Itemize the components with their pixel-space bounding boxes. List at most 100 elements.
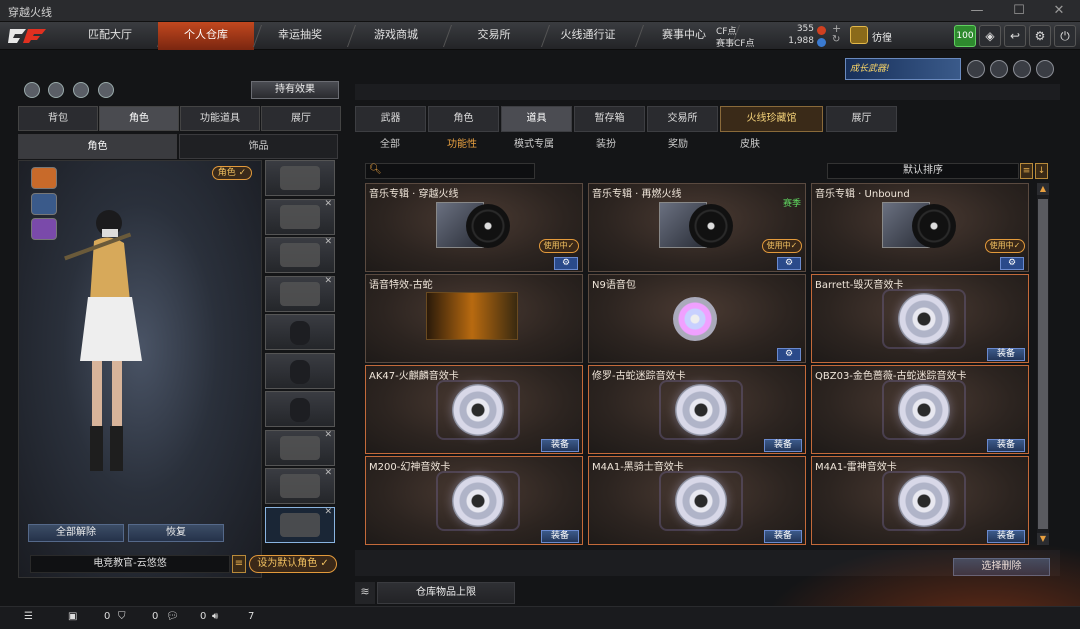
left-tab[interactable]: 展厅 xyxy=(261,106,341,131)
equip-button[interactable]: 装备 xyxy=(541,530,579,543)
search-field[interactable] xyxy=(382,164,532,178)
right-tab[interactable]: 交易所 xyxy=(647,106,718,132)
item-card[interactable]: 音乐专辑 · Unbound 使用中✓ ⚙ xyxy=(811,183,1029,272)
category-tab[interactable]: 奖励 xyxy=(643,136,713,154)
gear-icon[interactable]: ⚙ xyxy=(1000,257,1024,270)
wing-icon[interactable] xyxy=(1036,60,1054,78)
equipment-slot[interactable]: ✕ xyxy=(265,429,335,466)
shield-icon[interactable]: ◈ xyxy=(979,25,1001,47)
stats-icon[interactable] xyxy=(24,82,40,98)
right-tab[interactable]: 武器 xyxy=(355,106,426,132)
clear-all-button[interactable]: 全部解除 xyxy=(28,524,124,542)
back-arrow-icon[interactable]: ↩ xyxy=(1004,25,1026,47)
gear-icon[interactable]: ⚙ xyxy=(777,348,801,361)
in-use-badge[interactable]: 使用中✓ xyxy=(539,239,579,253)
item-card[interactable]: M4A1-黑骑士音效卡 装备 xyxy=(588,456,806,545)
nav-tab[interactable]: 火线通行证 xyxy=(540,22,636,50)
gear-icon[interactable]: ⚙ xyxy=(1029,25,1051,47)
equip-button[interactable]: 装备 xyxy=(764,439,802,452)
item-card[interactable]: 语音特效-古蛇 xyxy=(365,274,583,363)
remove-icon[interactable]: ✕ xyxy=(324,276,332,286)
remove-icon[interactable]: ✕ xyxy=(324,468,332,478)
equipment-slot[interactable]: ✕ xyxy=(265,237,335,273)
in-use-badge[interactable]: 使用中✓ xyxy=(762,239,802,253)
right-tab[interactable]: 暂存箱 xyxy=(574,106,645,132)
character-preview[interactable]: 角色 ✓ xyxy=(18,160,262,578)
equip-button[interactable]: 装备 xyxy=(987,439,1025,452)
remove-icon[interactable]: ✕ xyxy=(324,507,332,517)
pet-icon[interactable] xyxy=(98,82,114,98)
rotate-icon[interactable] xyxy=(48,82,64,98)
equip-button[interactable]: 装备 xyxy=(987,530,1025,543)
right-tab[interactable]: 火线珍藏馆 xyxy=(720,106,823,132)
player-profile[interactable]: 彷徨 xyxy=(850,25,910,47)
category-tab[interactable]: 模式专属 xyxy=(499,136,569,154)
volume-icon[interactable]: 🔊︎ xyxy=(212,611,218,622)
promo-banner[interactable]: 成长武器! xyxy=(845,58,961,80)
pose-icon[interactable] xyxy=(73,82,89,98)
right-tab[interactable]: 展厅 xyxy=(826,106,897,132)
left-tab[interactable]: 背包 xyxy=(18,106,98,131)
refresh-icon[interactable]: ↻ xyxy=(832,34,840,45)
sort-menu-icon[interactable]: ≡ xyxy=(1020,163,1033,179)
globe-icon[interactable] xyxy=(990,60,1008,78)
gear-icon[interactable]: ⚙ xyxy=(554,257,578,270)
search-input[interactable]: 🔍︎ xyxy=(365,163,535,179)
sort-dropdown[interactable]: 默认排序 xyxy=(827,163,1019,179)
scroll-up-icon[interactable]: ▲ xyxy=(1037,183,1049,195)
right-tab[interactable]: 角色 xyxy=(428,106,499,132)
item-card[interactable]: AK47-火麒麟音效卡 装备 xyxy=(365,365,583,454)
star-icon[interactable] xyxy=(1013,60,1031,78)
sub-tab[interactable]: 饰品 xyxy=(179,134,338,159)
item-card[interactable]: M4A1-雷神音效卡 装备 xyxy=(811,456,1029,545)
item-card[interactable]: 修罗-古蛇迷踪音效卡 装备 xyxy=(588,365,806,454)
item-card[interactable]: Barrett-毁灭音效卡 装备 xyxy=(811,274,1029,363)
sort-direction-icon[interactable]: ↓ xyxy=(1035,163,1048,179)
level-badge[interactable]: 100 xyxy=(954,25,976,47)
maximize-button[interactable]: ☐ xyxy=(1004,2,1034,20)
remove-icon[interactable]: ✕ xyxy=(324,430,332,440)
item-card[interactable]: N9语音包 ⚙ xyxy=(588,274,806,363)
category-tab[interactable]: 功能性 xyxy=(427,136,497,154)
preset-menu-icon[interactable]: ≡ xyxy=(232,555,246,573)
power-icon[interactable]: ⏻ xyxy=(1054,25,1076,47)
effect-button[interactable]: 持有效果 xyxy=(251,81,339,99)
equipment-slot[interactable]: ✕ xyxy=(265,198,335,235)
item-card[interactable]: M200-幻神音效卡 装备 xyxy=(365,456,583,545)
equipment-slot[interactable]: ✕ xyxy=(265,275,335,312)
equipment-slot[interactable] xyxy=(265,160,335,196)
restore-button[interactable]: 恢复 xyxy=(128,524,224,542)
equip-button[interactable]: 装备 xyxy=(764,530,802,543)
equipment-slot[interactable] xyxy=(265,352,335,389)
select-delete-button[interactable]: 选择删除 xyxy=(953,558,1050,576)
left-tab[interactable]: 功能道具 xyxy=(180,106,260,131)
scroll-down-icon[interactable]: ▼ xyxy=(1037,533,1049,545)
item-card[interactable]: QBZ03-金色蔷薇-古蛇迷踪音效卡 装备 xyxy=(811,365,1029,454)
preset-name[interactable]: 电竞教官-云悠悠 xyxy=(30,555,230,573)
menu-icon[interactable]: ☰ xyxy=(24,611,33,622)
equipment-slot[interactable] xyxy=(265,391,335,427)
set-default-button[interactable]: 设为默认角色 ✓ xyxy=(249,555,337,573)
mask-mode-icon[interactable] xyxy=(31,193,57,215)
nav-tab[interactable]: 匹配大厅 xyxy=(62,22,158,50)
nav-tab[interactable]: 幸运抽奖 xyxy=(252,22,348,50)
nav-tab[interactable]: 个人仓库 xyxy=(158,22,254,50)
in-use-badge[interactable]: 使用中✓ xyxy=(985,239,1025,253)
equip-button[interactable]: 装备 xyxy=(987,348,1025,361)
remove-icon[interactable]: ✕ xyxy=(324,199,332,209)
item-card[interactable]: 音乐专辑 · 穿越火线 使用中✓ ⚙ xyxy=(365,183,583,272)
nav-tab[interactable]: 游戏商城 xyxy=(348,22,444,50)
pet-mode-icon[interactable] xyxy=(31,218,57,240)
close-window-button[interactable]: ✕ xyxy=(1044,2,1074,20)
equip-button[interactable]: 装备 xyxy=(541,439,579,452)
character-mode-icon[interactable] xyxy=(31,167,57,189)
shield-small-icon[interactable]: ⛉ xyxy=(118,611,126,622)
scroll-thumb[interactable] xyxy=(1038,199,1048,529)
left-tab[interactable]: 角色 xyxy=(99,106,179,131)
gear-icon[interactable]: ⚙ xyxy=(777,257,801,270)
equipment-slot[interactable] xyxy=(265,314,335,350)
nav-tab[interactable]: 交易所 xyxy=(446,22,542,50)
item-card[interactable]: 音乐专辑 · 再燃火线 赛季 使用中✓ ⚙ xyxy=(588,183,806,272)
right-tab[interactable]: 道具 xyxy=(501,106,572,132)
equipment-slot[interactable]: ✕ xyxy=(265,506,335,543)
